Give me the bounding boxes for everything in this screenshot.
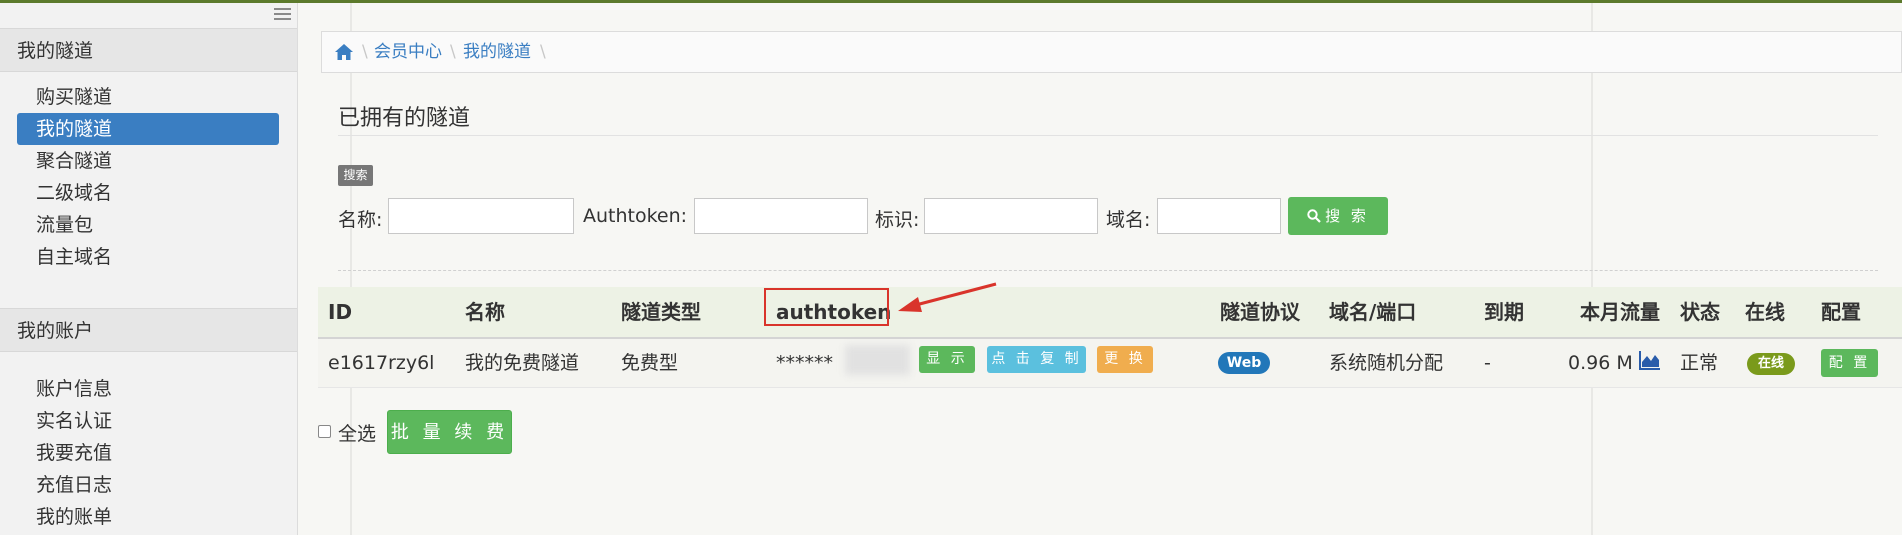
cell-name: 我的免费隧道 bbox=[465, 352, 580, 374]
protocol-badge: Web bbox=[1218, 352, 1270, 374]
search-divider bbox=[338, 270, 1878, 271]
authtoken-highlight-box bbox=[764, 288, 889, 326]
menu-collapse-icon[interactable] bbox=[274, 8, 291, 23]
domain-label: 域名: bbox=[1106, 209, 1151, 231]
sidebar-item-traffic-pack[interactable]: 流量包 bbox=[17, 209, 279, 241]
annotation-arrow-icon bbox=[898, 282, 997, 312]
select-all-checkbox[interactable] bbox=[318, 425, 331, 438]
authtoken-input[interactable] bbox=[694, 198, 868, 234]
name-input[interactable] bbox=[388, 198, 574, 234]
sidebar-item-buy-tunnel[interactable]: 购买隧道 bbox=[17, 81, 279, 113]
main-content: \ 会员中心 \ 我的隧道 \ 已拥有的隧道 搜索 名称: Authtoken:… bbox=[298, 3, 1902, 535]
tag-label: 标识: bbox=[875, 209, 920, 231]
col-traffic: 本月流量 bbox=[1580, 300, 1660, 324]
sidebar-item-recharge-log[interactable]: 充值日志 bbox=[17, 469, 279, 501]
authtoken-label: Authtoken: bbox=[583, 205, 688, 227]
breadcrumb-my-tunnels[interactable]: 我的隧道 bbox=[463, 32, 531, 72]
col-online: 在线 bbox=[1745, 300, 1785, 324]
sidebar-section-tunnels[interactable]: 我的隧道 bbox=[0, 28, 297, 72]
title-divider bbox=[338, 135, 1878, 136]
breadcrumb-separator: \ bbox=[540, 42, 546, 62]
cell-status: 正常 bbox=[1680, 352, 1719, 374]
sidebar-item-aggregate-tunnel[interactable]: 聚合隧道 bbox=[17, 145, 279, 177]
sidebar-item-subdomain[interactable]: 二级域名 bbox=[17, 177, 279, 209]
search-button[interactable]: 搜 索 bbox=[1288, 197, 1388, 235]
copy-token-button[interactable]: 点 击 复 制 bbox=[987, 346, 1086, 373]
sidebar: 我的隧道 购买隧道 我的隧道 聚合隧道 二级域名 流量包 自主域名 我的账户 账… bbox=[0, 3, 298, 535]
col-id: ID bbox=[328, 300, 353, 324]
col-tunnel-type: 隧道类型 bbox=[621, 300, 701, 324]
chart-icon[interactable] bbox=[1639, 350, 1661, 370]
col-domain-port: 域名/端口 bbox=[1329, 300, 1417, 324]
breadcrumb-separator: \ bbox=[450, 42, 456, 62]
sidebar-section-account[interactable]: 我的账户 bbox=[0, 308, 297, 352]
authtoken-blur-mask bbox=[845, 345, 910, 375]
sidebar-item-recharge[interactable]: 我要充值 bbox=[17, 437, 279, 469]
breadcrumb: \ 会员中心 \ 我的隧道 \ bbox=[321, 31, 1902, 73]
sidebar-item-real-name[interactable]: 实名认证 bbox=[17, 405, 279, 437]
cell-expiry: - bbox=[1484, 352, 1491, 374]
breadcrumb-separator: \ bbox=[362, 42, 368, 62]
sidebar-item-custom-domain[interactable]: 自主域名 bbox=[17, 241, 279, 273]
col-name: 名称 bbox=[465, 300, 505, 324]
cell-id: e1617rzy6l bbox=[328, 352, 435, 374]
cell-type: 免费型 bbox=[621, 352, 679, 374]
sidebar-item-my-tunnels[interactable]: 我的隧道 bbox=[17, 113, 279, 145]
col-status: 状态 bbox=[1680, 300, 1720, 324]
batch-renew-button[interactable]: 批 量 续 费 bbox=[387, 410, 512, 454]
sidebar-tunnels-menu: 购买隧道 我的隧道 聚合隧道 二级域名 流量包 自主域名 bbox=[17, 81, 279, 273]
change-token-button[interactable]: 更 换 bbox=[1097, 346, 1153, 373]
search-badge: 搜索 bbox=[338, 165, 373, 186]
col-config: 配置 bbox=[1821, 300, 1861, 324]
background-divider bbox=[1591, 3, 1593, 535]
col-expiry: 到期 bbox=[1484, 300, 1524, 324]
select-all-label: 全选 bbox=[338, 423, 377, 445]
breadcrumb-member-center[interactable]: 会员中心 bbox=[374, 32, 442, 72]
sidebar-item-my-bills[interactable]: 我的账单 bbox=[17, 501, 279, 533]
config-button[interactable]: 配 置 bbox=[1821, 349, 1878, 377]
table-header: ID 名称 隧道类型 authtoken 隧道协议 域名/端口 到期 本月流量 … bbox=[318, 287, 1902, 339]
online-badge: 在线 bbox=[1747, 353, 1795, 375]
domain-input[interactable] bbox=[1157, 198, 1281, 234]
show-token-button[interactable]: 显 示 bbox=[919, 346, 975, 373]
cell-domain-port: 系统随机分配 bbox=[1329, 352, 1444, 374]
home-icon[interactable] bbox=[334, 42, 354, 62]
name-label: 名称: bbox=[338, 209, 383, 231]
tag-input[interactable] bbox=[924, 198, 1098, 234]
cell-traffic: 0.96 M bbox=[1568, 352, 1633, 374]
col-protocol: 隧道协议 bbox=[1220, 300, 1300, 324]
sidebar-item-account-info[interactable]: 账户信息 bbox=[17, 373, 279, 405]
page-title: 已拥有的隧道 bbox=[338, 106, 471, 131]
sidebar-account-menu: 账户信息 实名认证 我要充值 充值日志 我的账单 bbox=[17, 373, 279, 533]
search-button-label: 搜 索 bbox=[1325, 207, 1369, 225]
cell-authtoken-masked: ****** bbox=[776, 352, 833, 374]
background-divider bbox=[350, 3, 352, 535]
search-icon bbox=[1307, 209, 1321, 223]
